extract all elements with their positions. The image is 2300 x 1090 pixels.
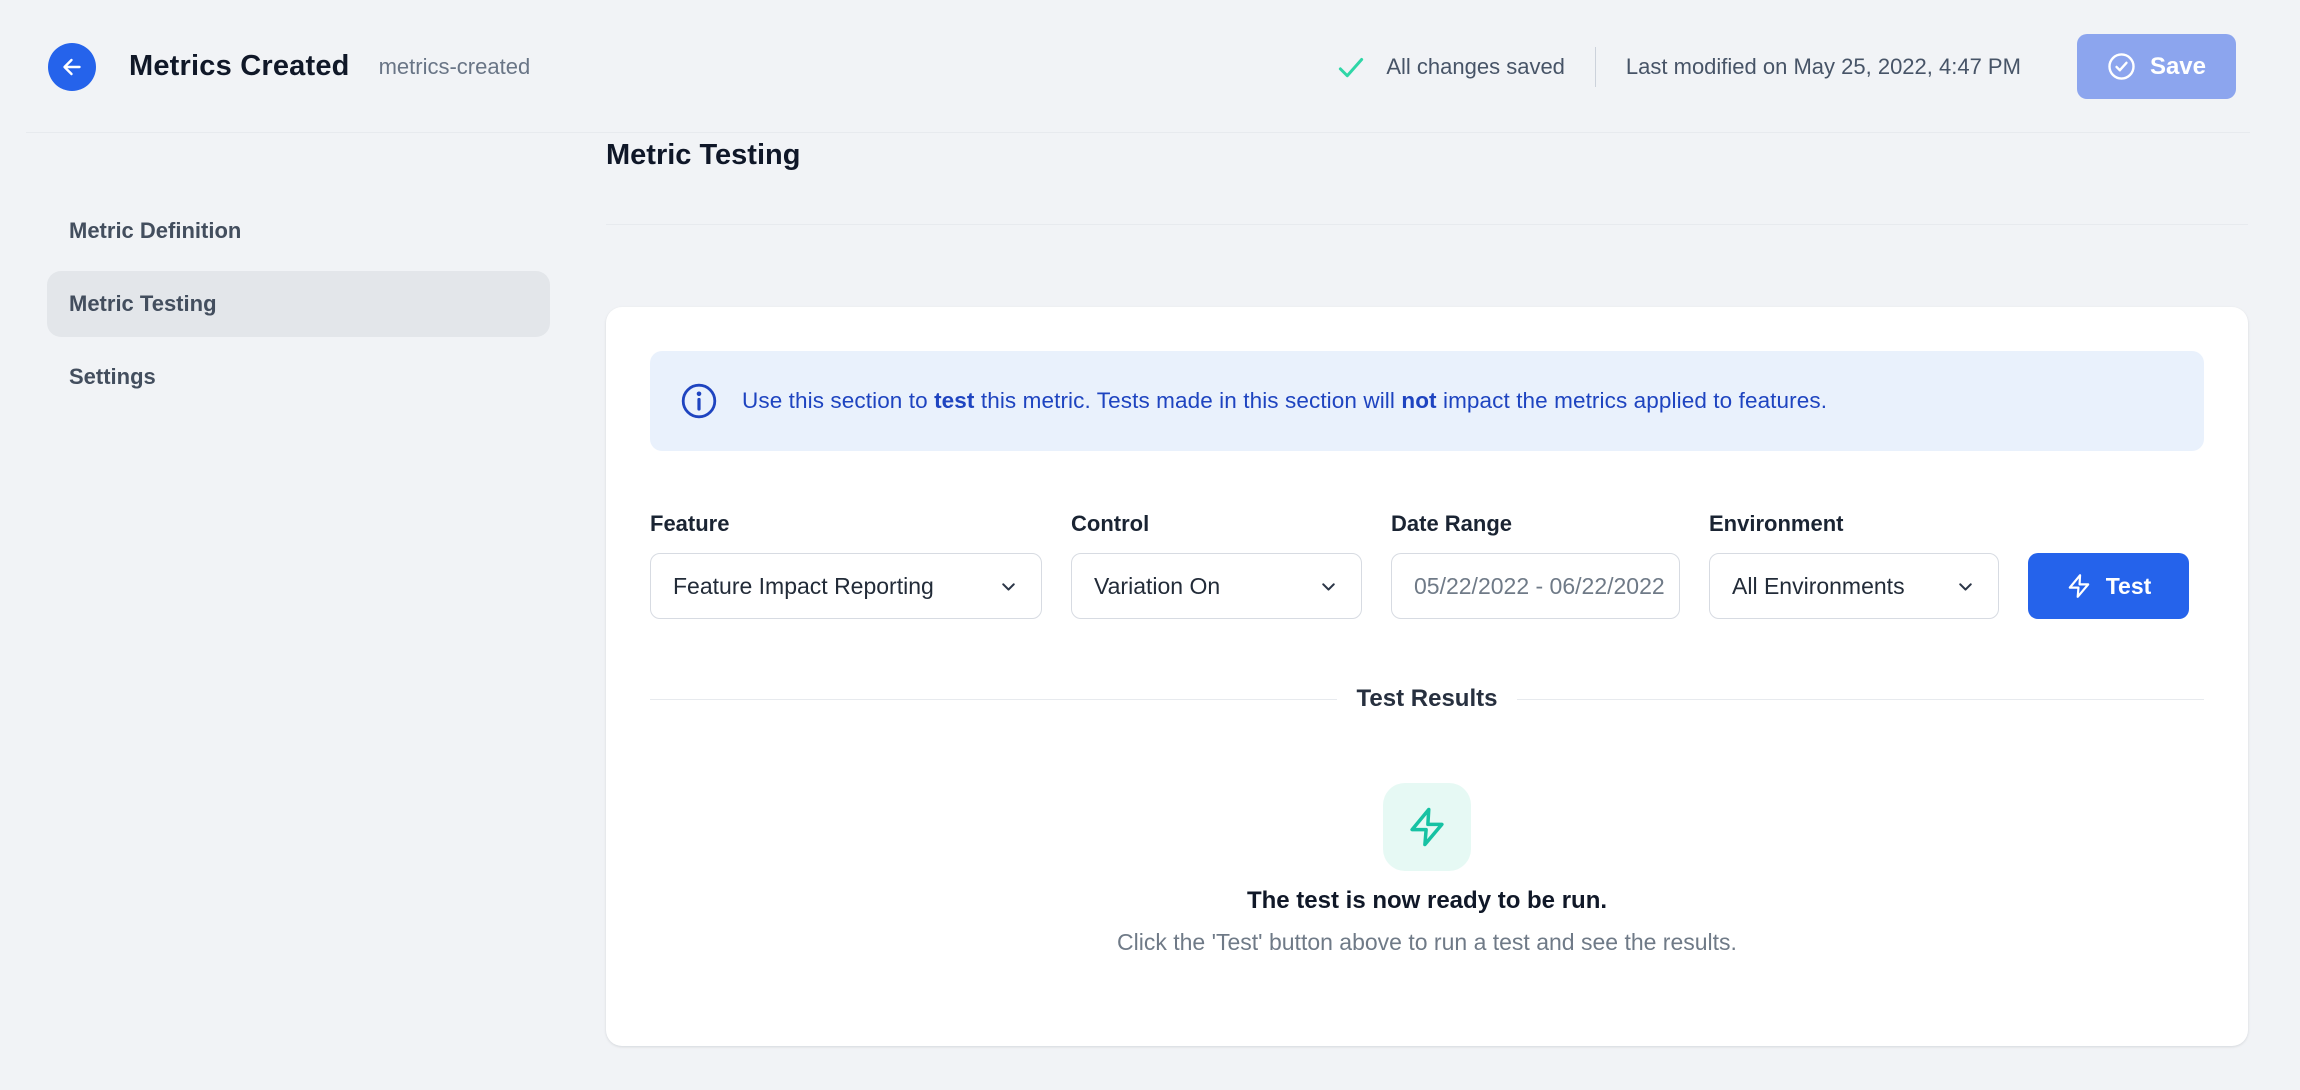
main-content: Metric Testing Use this section to test … <box>582 133 2300 1046</box>
chevron-down-icon <box>1318 576 1339 597</box>
check-circle-icon <box>2107 52 2136 81</box>
check-icon <box>1336 52 1366 82</box>
save-button-label: Save <box>2150 53 2206 81</box>
zap-icon <box>2066 573 2092 599</box>
sidebar-item-metric-definition[interactable]: Metric Definition <box>47 198 550 264</box>
feature-field: Feature Feature Impact Reporting <box>650 511 1042 619</box>
date-range-input[interactable] <box>1391 553 1680 619</box>
empty-state-title: The test is now ready to be run. <box>650 887 2204 915</box>
header-divider <box>1595 47 1596 87</box>
metric-testing-card: Use this section to test this metric. Te… <box>606 307 2248 1046</box>
environment-label: Environment <box>1709 511 1999 537</box>
date-range-field: Date Range <box>1391 511 1680 619</box>
chevron-down-icon <box>1955 576 1976 597</box>
separator-line <box>1517 699 2204 700</box>
separator-line <box>650 699 1337 700</box>
empty-state-subtitle: Click the 'Test' button above to run a t… <box>650 928 2204 956</box>
environment-field: Environment All Environments <box>1709 511 1999 619</box>
info-icon <box>680 382 718 420</box>
info-banner: Use this section to test this metric. Te… <box>650 351 2204 451</box>
environment-select[interactable]: All Environments <box>1709 553 1999 619</box>
environment-select-value: All Environments <box>1732 573 1905 600</box>
section-title: Metric Testing <box>606 138 2248 172</box>
header-right: All changes saved Last modified on May 2… <box>1336 34 2236 99</box>
last-modified: Last modified on May 25, 2022, 4:47 PM <box>1626 54 2021 80</box>
test-config-form: Feature Feature Impact Reporting Control… <box>650 511 2204 619</box>
saved-status-label: All changes saved <box>1386 54 1565 80</box>
page-slug: metrics-created <box>379 54 531 80</box>
page-title: Metrics Created <box>129 50 350 83</box>
sidebar-item-settings[interactable]: Settings <box>47 344 550 410</box>
date-range-label: Date Range <box>1391 511 1680 537</box>
test-results-heading: Test Results <box>1357 684 1498 714</box>
sidebar: Metric Definition Metric Testing Setting… <box>0 133 582 417</box>
feature-select[interactable]: Feature Impact Reporting <box>650 553 1042 619</box>
header-left: Metrics Created metrics-created <box>48 43 530 91</box>
zap-icon <box>1406 806 1448 848</box>
back-button[interactable] <box>48 43 96 91</box>
arrow-left-icon <box>60 55 84 79</box>
saved-status: All changes saved <box>1336 52 1565 82</box>
section-divider <box>606 224 2248 225</box>
save-button[interactable]: Save <box>2077 34 2236 99</box>
control-label: Control <box>1071 511 1362 537</box>
test-button-label: Test <box>2106 573 2152 600</box>
app: Metrics Created metrics-created All chan… <box>0 0 2300 1090</box>
info-banner-text: Use this section to test this metric. Te… <box>742 388 1827 414</box>
zap-tile <box>1383 783 1471 871</box>
test-results-empty-state: The test is now ready to be run. Click t… <box>650 783 2204 956</box>
body: Metric Definition Metric Testing Setting… <box>0 133 2300 1046</box>
feature-select-value: Feature Impact Reporting <box>673 573 934 600</box>
header: Metrics Created metrics-created All chan… <box>0 0 2300 133</box>
sidebar-item-metric-testing[interactable]: Metric Testing <box>47 271 550 337</box>
control-field: Control Variation On <box>1071 511 1362 619</box>
control-select[interactable]: Variation On <box>1071 553 1362 619</box>
test-button[interactable]: Test <box>2028 553 2189 619</box>
test-results-separator: Test Results <box>650 684 2204 714</box>
control-select-value: Variation On <box>1094 573 1220 600</box>
feature-label: Feature <box>650 511 1042 537</box>
chevron-down-icon <box>998 576 1019 597</box>
